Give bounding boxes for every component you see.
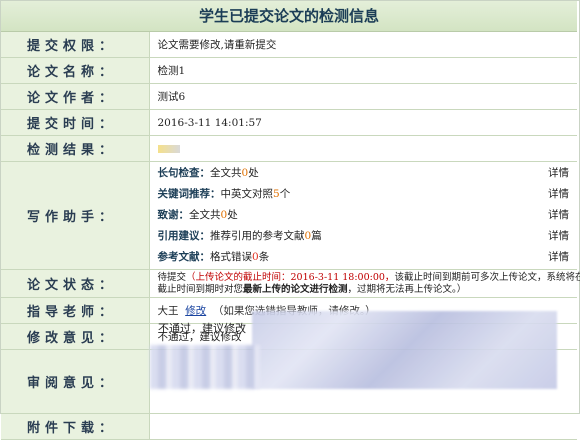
review-first-line: 不通过，建议修改 bbox=[158, 322, 246, 335]
attachment-value bbox=[149, 413, 577, 440]
author-label: 论文作者： bbox=[1, 83, 150, 110]
row-author: 论文作者： 测试6 bbox=[1, 83, 577, 110]
status-note-2a: 截止时间到期时对您 bbox=[157, 283, 244, 295]
result-label: 检测结果： bbox=[1, 135, 150, 162]
references-details-link[interactable]: 详情 bbox=[548, 247, 569, 268]
assist-item-citation: 引用建议：推荐引用的参考文献0篇 详情 bbox=[158, 226, 578, 247]
review-redacted-area bbox=[252, 311, 557, 389]
attachment-label: 附件下载： bbox=[1, 413, 150, 440]
assist-item-keywords: 关键词推荐：中英文对照5个 详情 bbox=[158, 184, 578, 205]
row-submit-time: 提交时间： 2016-3-11 14:01:57 bbox=[1, 109, 577, 136]
row-attachment: 附件下载： bbox=[1, 413, 577, 440]
submit-time-label: 提交时间： bbox=[1, 109, 150, 136]
status-note-1: 该截止时间到期前可多次上传论文，系统将在该 bbox=[394, 271, 580, 283]
review-label: 审阅意见： bbox=[1, 349, 150, 414]
review-redacted-area-2 bbox=[150, 345, 260, 389]
revise-label: 修改意见： bbox=[1, 323, 150, 350]
row-paper-name: 论文名称： 检测1 bbox=[1, 57, 577, 84]
permission-label: 提交权限： bbox=[1, 32, 150, 58]
advisor-change-link[interactable]: 修改 bbox=[185, 305, 206, 317]
long-sentence-details-link[interactable]: 详情 bbox=[548, 163, 569, 184]
advisor-label: 指导老师： bbox=[1, 297, 150, 324]
keywords-details-link[interactable]: 详情 bbox=[548, 184, 569, 205]
status-note-2b: ，过期将无法再上传论文。） bbox=[347, 283, 467, 295]
advisor-name: 大王 bbox=[157, 305, 179, 317]
citation-details-link[interactable]: 详情 bbox=[548, 226, 569, 247]
assist-label: 写作助手： bbox=[1, 161, 150, 270]
row-result: 检测结果： bbox=[1, 135, 577, 162]
permission-value: 论文需要修改,请重新提交 bbox=[149, 32, 577, 58]
assist-item-long-sentence: 长句检查：全文共0处 详情 bbox=[158, 163, 578, 184]
row-permission: 提交权限： 论文需要修改,请重新提交 bbox=[1, 32, 577, 58]
paper-name-label: 论文名称： bbox=[1, 57, 150, 84]
row-paper-status: 论文状态： 待提交（上传论文的截止时间：2016-3-11 18:00:00，该… bbox=[1, 269, 580, 298]
status-deadline: （上传论文的截止时间：2016-3-11 18:00:00， bbox=[186, 271, 395, 283]
row-writing-assistant: 写作助手： 长句检查：全文共0处 详情 关键词推荐：中英文对照5个 详情 致谢：… bbox=[1, 161, 578, 270]
author-value: 测试6 bbox=[149, 83, 577, 110]
status-note-bold: 最新上传的论文进行检测 bbox=[243, 283, 348, 295]
result-indicator[interactable] bbox=[157, 144, 180, 153]
paper-name-value: 检测1 bbox=[149, 57, 577, 84]
page-title: 学生已提交论文的检测信息 bbox=[1, 1, 577, 32]
submit-time-value: 2016-3-11 14:01:57 bbox=[149, 109, 577, 136]
assist-item-references: 参考文献：格式错误0条 详情 bbox=[158, 247, 578, 268]
assist-item-acknowledgement: 致谢：全文共0处 详情 bbox=[158, 205, 578, 226]
status-label: 论文状态： bbox=[1, 269, 150, 298]
status-state: 待提交 bbox=[157, 271, 187, 283]
acknowledgement-details-link[interactable]: 详情 bbox=[548, 205, 569, 226]
